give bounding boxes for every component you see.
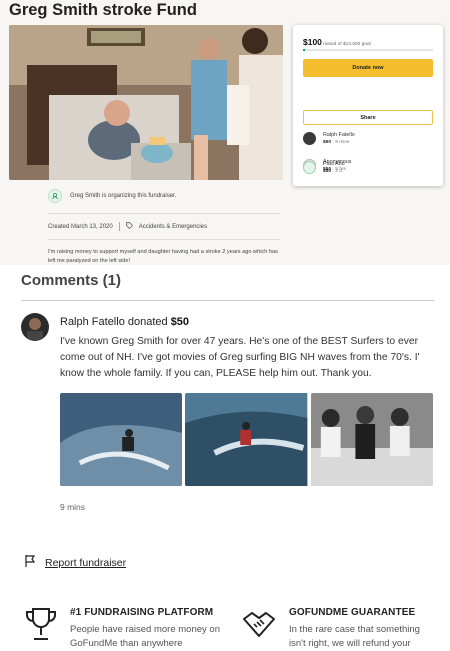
raised-summary: $100 raised of $12,000 goal: [303, 37, 371, 47]
donor-avatar: [303, 132, 316, 145]
comment-author: Ralph Fatello donated: [60, 316, 171, 328]
badge-gofundme-guarantee: GOFUNDME GUARANTEE In the rare case that…: [241, 607, 439, 651]
donor-time: 9 mins: [335, 140, 350, 145]
donate-now-button[interactable]: Donate now: [303, 59, 433, 77]
handshake-icon: [241, 607, 277, 651]
badge-fundraising-platform: #1 FUNDRAISING PLATFORM People have rais…: [24, 607, 220, 651]
commenter-avatar: [21, 313, 49, 341]
donor-amount: $50: [323, 140, 332, 145]
comment-time: 9 mins: [60, 502, 86, 512]
badge-title: #1 FUNDRAISING PLATFORM: [70, 607, 214, 618]
raised-goal-text: raised of $12,000 goal: [323, 42, 371, 47]
comment-amount: $50: [170, 316, 190, 328]
fundraiser-description: I'm raising money to support myself and …: [48, 249, 278, 264]
donor-amount: $50: [323, 169, 332, 174]
meta-separator: [118, 222, 120, 231]
fundraiser-meta: Created March 13, 2020 Accidents & Emerg…: [48, 222, 207, 231]
comments-heading: Comments (1): [21, 272, 122, 289]
comment-photos: [60, 393, 433, 486]
donor-name: Ralph Fatello: [323, 132, 355, 138]
trophy-icon: [24, 607, 58, 651]
comment-author-line: Ralph Fatello donated $50: [60, 316, 189, 328]
organizer-icon: [48, 189, 62, 203]
donor-time: 2 d: [335, 169, 342, 174]
raised-amount: $100: [303, 37, 322, 47]
tag-icon: [125, 222, 133, 231]
donor-item: Paul Aho $50 · 2 d: [303, 161, 345, 174]
organizer-line: Greg Smith is organizing this fundraiser…: [48, 189, 176, 203]
divider: [21, 300, 434, 301]
divider: [48, 213, 280, 214]
badge-text: People have raised more money on GoFundM…: [70, 624, 220, 649]
progress-fill: [303, 49, 305, 51]
comment-photo[interactable]: [185, 393, 308, 486]
comment-photo[interactable]: [60, 393, 183, 486]
share-button[interactable]: Share: [303, 110, 433, 125]
organizer-text: Greg Smith is organizing this fundraiser…: [70, 193, 177, 199]
donor-name: Paul Aho: [323, 161, 345, 167]
badge-title: GOFUNDME GUARANTEE: [289, 607, 416, 618]
donor-item: Ralph Fatello $50 · 9 mins: [303, 132, 355, 145]
divider: [48, 239, 280, 240]
report-label: Report fundraiser: [45, 556, 127, 569]
comment-photo[interactable]: [310, 393, 433, 486]
created-date: Created March 13, 2020: [48, 223, 113, 230]
flag-icon: [24, 554, 38, 571]
category-link[interactable]: Accidents & Emergencies: [139, 224, 207, 230]
donor-avatar-icon: [303, 161, 316, 174]
fundraiser-title: Greg Smith stroke Fund: [9, 1, 197, 19]
badge-text: In the rare case that something isn't ri…: [289, 624, 420, 649]
progress-bar: [303, 49, 433, 51]
hero-photo: [9, 25, 283, 180]
comment-body: I've known Greg Smith for over 47 years.…: [60, 336, 420, 379]
report-fundraiser-link[interactable]: Report fundraiser: [24, 554, 126, 571]
